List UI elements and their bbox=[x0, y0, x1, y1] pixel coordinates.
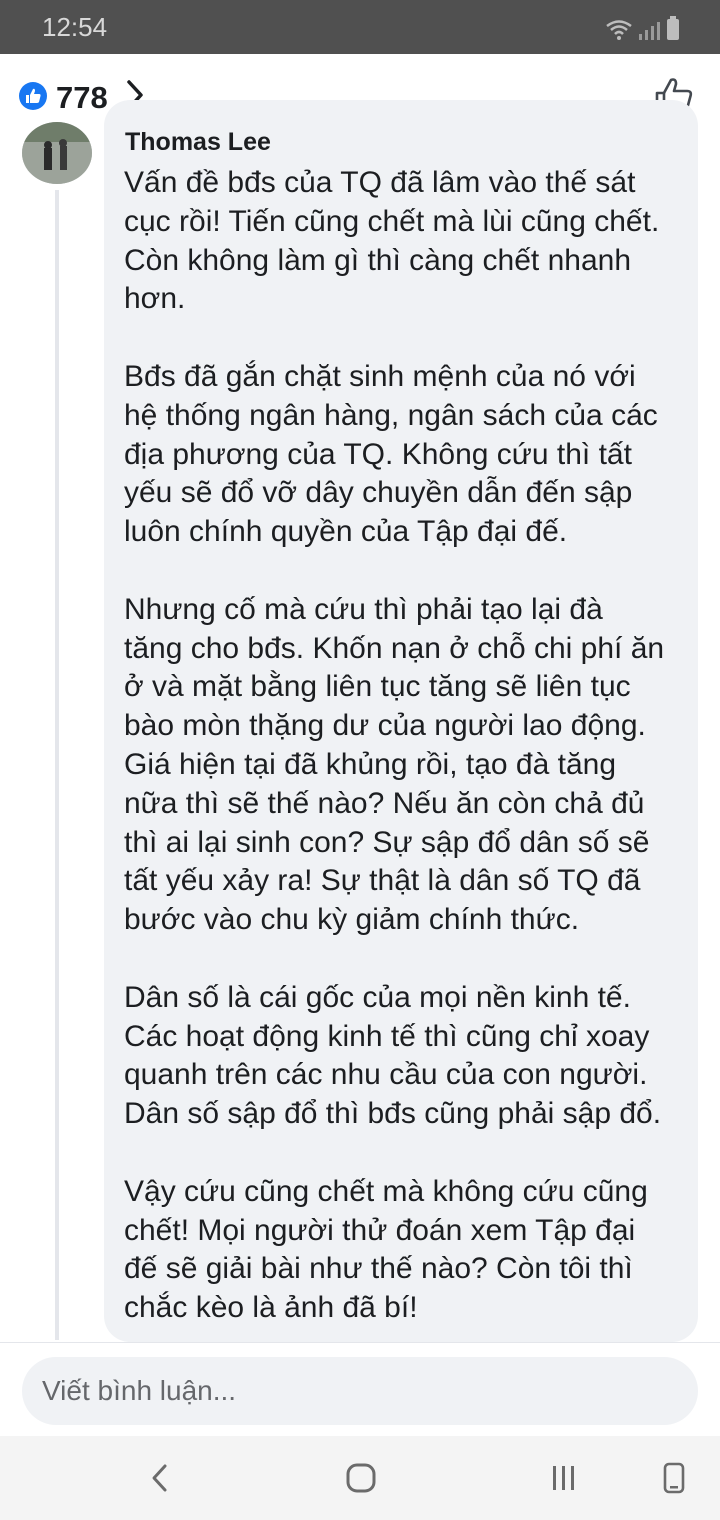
status-icons bbox=[606, 16, 680, 45]
home-icon[interactable] bbox=[341, 1462, 381, 1494]
screen-icon[interactable] bbox=[654, 1462, 694, 1494]
avatar[interactable] bbox=[22, 122, 92, 184]
comment-text: Vấn đề bđs của TQ đã lâm vào thế sát cục… bbox=[124, 164, 690, 1328]
battery-icon bbox=[666, 16, 680, 45]
thread-line bbox=[55, 190, 59, 1340]
comment-composer-area: Viết bình luận... bbox=[0, 1342, 720, 1436]
comment-author[interactable]: Thomas Lee bbox=[125, 128, 271, 157]
back-icon[interactable] bbox=[140, 1462, 180, 1494]
comment-paragraph: Nhưng cố mà cứu thì phải tạo lại đà tăng… bbox=[124, 592, 665, 937]
comment-input-placeholder: Viết bình luận... bbox=[42, 1375, 237, 1406]
comment-paragraph: Vấn đề bđs của TQ đã lâm vào thế sát cục… bbox=[124, 166, 660, 316]
status-time: 12:54 bbox=[42, 12, 108, 42]
comment-input[interactable]: Viết bình luận... bbox=[22, 1357, 698, 1425]
like-count[interactable]: 778 bbox=[56, 80, 108, 116]
comment-paragraph: Dân số là cái gốc của mọi nền kinh tế. C… bbox=[124, 980, 662, 1131]
wifi-icon bbox=[606, 20, 632, 45]
navigation-bar bbox=[0, 1436, 720, 1520]
comment-paragraph: Bđs đã gắn chặt sinh mệnh của nó với hệ … bbox=[124, 359, 658, 549]
signal-icon bbox=[638, 20, 660, 45]
recents-icon[interactable] bbox=[544, 1462, 584, 1494]
comment-paragraph: Vậy cứu cũng chết mà không cứu cũng chết… bbox=[124, 1174, 648, 1325]
status-bar: 12:54 bbox=[0, 0, 720, 54]
like-badge-icon bbox=[19, 82, 47, 110]
